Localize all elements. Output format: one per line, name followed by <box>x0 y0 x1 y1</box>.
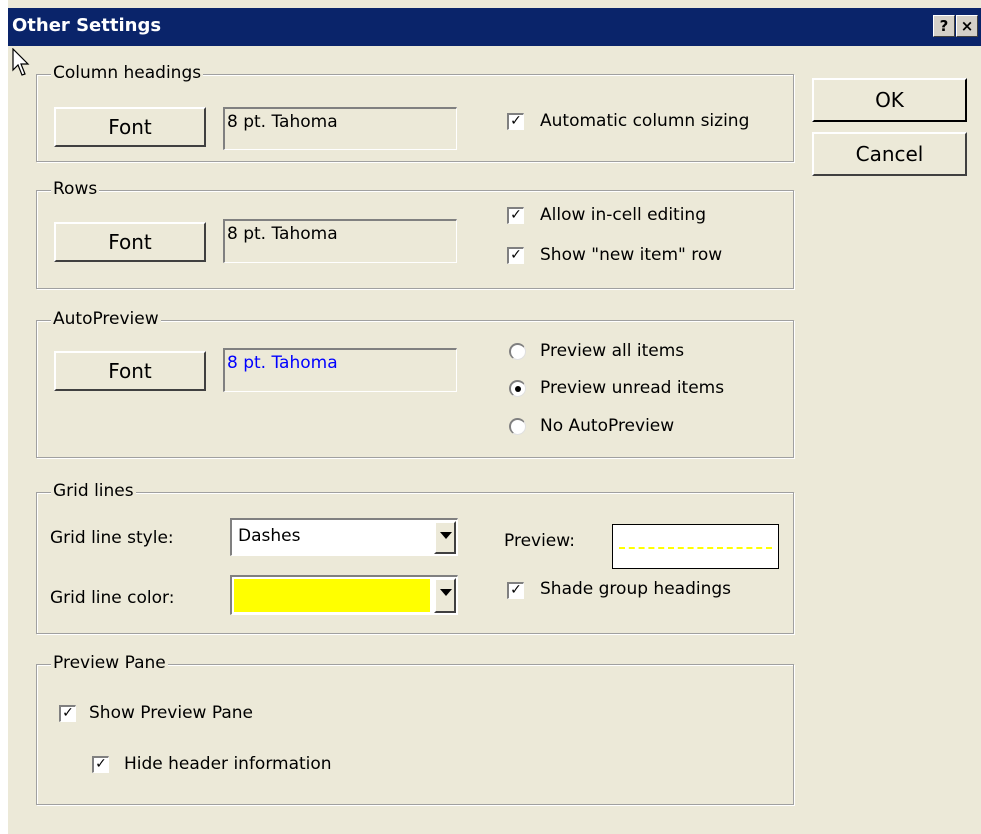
new-item-row-checkbox[interactable]: ✓ <box>507 247 524 264</box>
grid-line-preview <box>612 524 779 569</box>
hide-header-information-label: Hide header information <box>124 754 332 774</box>
ok-button[interactable]: OK <box>812 78 967 122</box>
preview-label: Preview: <box>504 531 575 551</box>
dialog-title: Other Settings <box>12 15 162 36</box>
rows-font-field: 8 pt. Tahoma <box>223 219 457 263</box>
preview-unread-items-radio[interactable] <box>509 380 526 397</box>
new-item-row-label: Show "new item" row <box>540 245 723 265</box>
autopreview-font-field: 8 pt. Tahoma <box>223 348 457 392</box>
column-headings-group: Column headings Font 8 pt. Tahoma ✓ Auto… <box>36 63 794 162</box>
grid-lines-legend: Grid lines <box>51 481 136 501</box>
shade-group-headings-label: Shade group headings <box>540 579 732 599</box>
in-cell-editing-label: Allow in-cell editing <box>540 205 706 225</box>
autopreview-group: AutoPreview Font 8 pt. Tahoma Preview al… <box>36 309 794 458</box>
preview-pane-legend: Preview Pane <box>51 653 168 673</box>
auto-column-sizing-checkbox[interactable]: ✓ <box>507 113 524 130</box>
column-headings-font-field: 8 pt. Tahoma <box>223 107 457 150</box>
column-headings-legend: Column headings <box>51 63 204 83</box>
hide-header-information-checkbox[interactable]: ✓ <box>92 756 109 773</box>
grid-line-color-dropdown[interactable] <box>230 575 458 615</box>
show-preview-pane-checkbox[interactable]: ✓ <box>59 705 76 722</box>
column-headings-font-button[interactable]: Font <box>54 107 206 147</box>
grid-line-color-label: Grid line color: <box>50 588 175 608</box>
close-button[interactable]: × <box>956 15 978 37</box>
other-settings-dialog: Other Settings ? × OK Cancel Column head… <box>0 0 981 834</box>
autopreview-font-button[interactable]: Font <box>54 351 206 391</box>
chevron-down-icon[interactable] <box>434 578 456 613</box>
preview-pane-group: Preview Pane ✓ Show Preview Pane ✓ Hide … <box>36 653 794 805</box>
shade-group-headings-checkbox[interactable]: ✓ <box>507 582 524 599</box>
autopreview-legend: AutoPreview <box>51 309 161 329</box>
in-cell-editing-checkbox[interactable]: ✓ <box>507 207 524 224</box>
grid-line-style-value: Dashes <box>238 526 301 546</box>
mouse-cursor-icon <box>12 48 30 76</box>
grid-line-style-dropdown[interactable]: Dashes <box>230 518 458 556</box>
window-edge <box>0 0 8 834</box>
preview-all-items-label: Preview all items <box>540 341 685 361</box>
help-button[interactable]: ? <box>933 15 955 37</box>
no-autopreview-label: No AutoPreview <box>540 416 675 436</box>
preview-all-items-radio[interactable] <box>509 343 526 360</box>
no-autopreview-radio[interactable] <box>509 418 526 435</box>
show-preview-pane-label: Show Preview Pane <box>89 703 253 723</box>
chevron-down-icon[interactable] <box>434 521 456 554</box>
preview-unread-items-label: Preview unread items <box>540 378 725 398</box>
title-bar[interactable]: Other Settings ? × <box>8 8 981 46</box>
rows-legend: Rows <box>51 179 100 199</box>
grid-lines-group: Grid lines Grid line style: Dashes Grid … <box>36 481 794 634</box>
grid-line-color-swatch <box>234 579 430 612</box>
grid-line-style-label: Grid line style: <box>50 528 174 548</box>
rows-font-button[interactable]: Font <box>54 222 206 262</box>
cancel-button[interactable]: Cancel <box>812 132 967 176</box>
rows-group: Rows Font 8 pt. Tahoma ✓ Allow in-cell e… <box>36 179 794 289</box>
auto-column-sizing-label: Automatic column sizing <box>540 111 750 131</box>
